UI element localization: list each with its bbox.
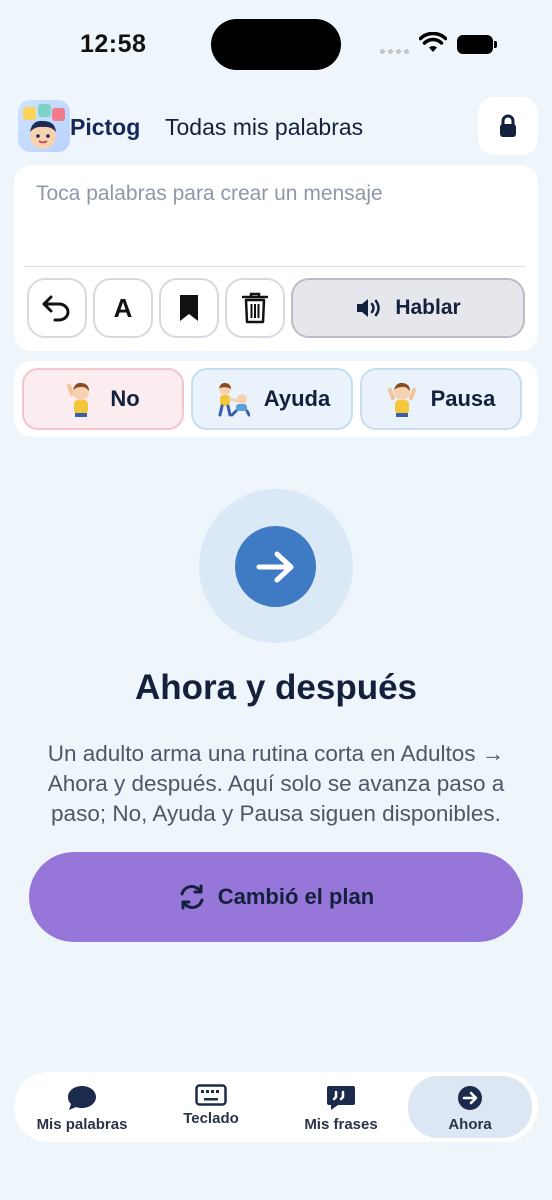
plan-changed-button[interactable]: Cambió el plan [29, 852, 523, 942]
hero-title: Ahora y después [134, 668, 418, 707]
nav-item-mis-frases[interactable]: Mis frases [279, 1076, 403, 1138]
app-header: Pictog Todas mis palabras [18, 96, 538, 158]
lock-icon [500, 114, 516, 137]
hero-description: Un adulto arma una rutina corta en Adult… [47, 741, 505, 826]
speak-button[interactable]: Hablar [291, 278, 525, 338]
undo-button[interactable] [27, 278, 87, 338]
case-label: A [113, 292, 133, 323]
arrow-right-icon [256, 551, 293, 582]
divider [24, 266, 526, 267]
arrow-circle-icon [458, 1086, 482, 1110]
hero-inner [235, 526, 316, 607]
page-title: Todas mis palabras [165, 114, 364, 140]
status-time: 12:58 [80, 30, 147, 58]
nav-label: Ahora [448, 1116, 492, 1133]
quick-help-label: Ayuda [263, 386, 331, 411]
speak-label: Hablar [395, 296, 461, 319]
trash-icon [242, 292, 268, 324]
quick-actions: No Ayuda Pausa [14, 361, 538, 437]
cellular-signal-icon [380, 49, 409, 54]
bookmark-icon [180, 295, 198, 321]
quote-bubble-icon [327, 1086, 355, 1110]
keyboard-icon [195, 1084, 227, 1106]
bookmark-button[interactable] [159, 278, 219, 338]
case-button[interactable]: A [93, 278, 153, 338]
battery-icon [457, 35, 497, 54]
wifi-icon [419, 32, 447, 52]
status-bar: 12:58 [0, 0, 552, 90]
nav-item-ahora[interactable]: Ahora [408, 1076, 532, 1138]
undo-icon [42, 295, 70, 322]
nav-item-teclado[interactable]: Teclado [149, 1076, 273, 1138]
chat-bubble-icon [68, 1086, 96, 1110]
lock-button[interactable] [478, 97, 538, 155]
bottom-nav: Mis palabras Teclado Mis frases Ahora [14, 1072, 538, 1142]
plan-changed-label: Cambió el plan [217, 884, 375, 909]
quick-pause-label: Pausa [430, 386, 496, 411]
quick-pause-button[interactable]: Pausa [360, 368, 522, 430]
boy-hands-up-icon [387, 382, 416, 417]
nav-label: Teclado [183, 1110, 239, 1127]
dynamic-island [211, 19, 341, 70]
refresh-icon [180, 884, 204, 910]
app-logo-icon [18, 100, 70, 152]
nav-label: Mis frases [304, 1116, 378, 1133]
speaker-icon [357, 299, 381, 317]
quick-help-button[interactable]: Ayuda [191, 368, 353, 430]
nav-item-mis-palabras[interactable]: Mis palabras [20, 1076, 144, 1138]
nav-label: Mis palabras [36, 1116, 128, 1133]
message-panel: Toca palabras para crear un mensaje A Ha… [14, 165, 538, 351]
hero-badge [199, 489, 353, 643]
helping-kids-icon [218, 382, 250, 417]
quick-no-button[interactable]: No [22, 368, 184, 430]
brand-name: Pictog [70, 114, 141, 140]
delete-button[interactable] [225, 278, 285, 338]
quick-no-label: No [110, 386, 140, 411]
boy-raising-hand-icon [67, 382, 90, 417]
message-input[interactable]: Toca palabras para crear un mensaje [36, 182, 383, 206]
